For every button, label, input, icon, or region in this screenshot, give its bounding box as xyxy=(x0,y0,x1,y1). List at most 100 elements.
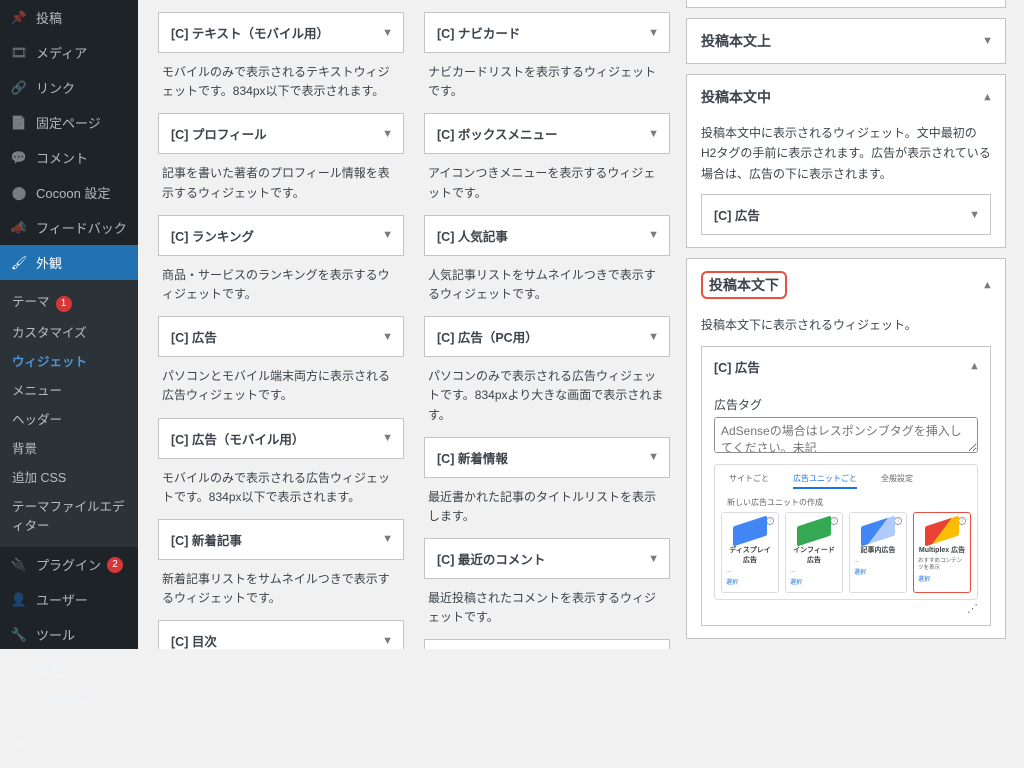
chevron-down-icon: ▼ xyxy=(648,553,659,565)
widget-title: [C] テキスト（モバイル用） xyxy=(171,27,329,41)
zone-toggle[interactable]: 投稿本文上 ▼ xyxy=(687,19,1005,63)
chevron-down-icon: ▼ xyxy=(648,229,659,241)
dot-icon: ⬤ xyxy=(10,185,28,201)
widget-title: [C] ボックスメニュー xyxy=(437,128,557,142)
zone-description: 投稿本文中に表示されるウィジェット。文中最初のH2タグの手前に表示されます。広告… xyxy=(701,123,991,184)
zone-toggle[interactable] xyxy=(687,0,1005,7)
sub-css[interactable]: 追加 CSS xyxy=(0,462,138,491)
available-widget[interactable]: [C] ナビカード ▼ xyxy=(424,12,670,53)
widget-title: [C] 新着情報 xyxy=(437,452,508,466)
available-widget[interactable]: [C] ランキング▼ xyxy=(158,215,404,256)
ad-card-title: ディスプレイ広告 xyxy=(726,545,774,565)
collapse-menu[interactable]: ◀ メニューを閉じる xyxy=(0,718,138,768)
nav-settings[interactable]: ⚙設定 xyxy=(0,652,138,687)
nav-label: 設定 xyxy=(36,660,62,679)
available-widget[interactable]: [C] 最近のコメント ▼ xyxy=(424,538,670,579)
zone-title: 投稿本文上 xyxy=(701,33,771,49)
chevron-down-icon: ▼ xyxy=(648,27,659,39)
nav-links[interactable]: 🔗リンク xyxy=(0,70,138,105)
nav-comments[interactable]: 💬コメント xyxy=(0,140,138,175)
adsense-card[interactable]: i ディスプレイ広告 … 選択 xyxy=(721,512,779,593)
nav-cocoon[interactable]: ⬤Cocoon 設定 xyxy=(0,175,138,210)
nav-appearance[interactable]: 🖌外観 xyxy=(0,245,138,280)
nav-feedback[interactable]: 📣フィードバック xyxy=(0,210,138,245)
ad-sub-heading: 新しい広告ユニットの作成 xyxy=(721,495,971,512)
ad-tab-general[interactable]: 全般設定 xyxy=(881,473,913,489)
widget-title: [C] 広告 xyxy=(714,361,760,375)
ad-card-select[interactable]: 選択 xyxy=(854,567,902,576)
nav-label: フィードバック xyxy=(36,218,127,237)
available-widget[interactable]: [C] 目次▼ xyxy=(158,620,404,649)
available-widget[interactable]: [C] プロフィール▼ xyxy=(158,113,404,154)
collapse-label: メニューを閉じる xyxy=(35,726,128,760)
widget-toggle[interactable]: [C] 広告 ▼ xyxy=(702,347,990,386)
zone-toggle[interactable]: 投稿本文下 ▼ xyxy=(687,259,1005,311)
sub-header[interactable]: ヘッダー xyxy=(0,404,138,433)
chevron-up-icon: ▼ xyxy=(969,360,980,372)
appearance-submenu: テーマ1 カスタマイズ ウィジェット メニュー ヘッダー 背景 追加 CSS テ… xyxy=(0,280,138,547)
adsense-card[interactable]: iインフィード広告…選択 xyxy=(785,512,843,593)
nav-label: ユーザー xyxy=(36,590,88,609)
ad-card-select[interactable]: 選択 xyxy=(790,577,838,586)
widget-toggle[interactable]: [C] 広告 ▼ xyxy=(702,195,990,234)
widget-item-ad-open: [C] 広告 ▼ 広告タグ サイトごと 広告ユニットごと 全般設定 新 xyxy=(701,346,991,626)
available-widgets: [C] テキスト（モバイル用）▼モバイルのみで表示されるテキストウィジェットです… xyxy=(138,0,686,649)
chevron-down-icon: ▼ xyxy=(382,128,393,140)
nav-plugins[interactable]: 🔌プラグイン2 xyxy=(0,547,138,582)
sub-themes[interactable]: テーマ1 xyxy=(0,286,138,317)
sub-customize[interactable]: カスタマイズ xyxy=(0,317,138,346)
widget-description: 最近投稿されたコメントを表示するウィジェットです。 xyxy=(424,579,670,627)
nav-media[interactable]: 🎞メディア xyxy=(0,35,138,70)
widget-title: [C] ナビカード xyxy=(437,27,520,41)
zone-toggle[interactable]: 投稿本文中 ▼ xyxy=(687,75,1005,119)
available-widget[interactable]: [C] 新着情報▼ xyxy=(424,437,670,478)
ad-card-select[interactable]: 選択 xyxy=(918,574,966,583)
widget-title: [C] 最近のコメント xyxy=(437,553,545,567)
sub-theme-editor[interactable]: テーマファイルエディター xyxy=(0,491,138,539)
available-widget[interactable]: [C] ボックスメニュー▼ xyxy=(424,113,670,154)
available-widget[interactable]: [C] 広告（PC用）▼ xyxy=(424,316,670,357)
sub-background[interactable]: 背景 xyxy=(0,433,138,462)
chevron-down-icon: ▼ xyxy=(969,209,980,221)
wrench-icon: 🔧 xyxy=(10,627,28,643)
widget-description: パソコンとモバイル端末両方に表示される広告ウィジェットです。 xyxy=(158,357,404,405)
info-icon: i xyxy=(766,517,774,525)
resize-handle-icon[interactable]: ⋰ xyxy=(714,602,978,615)
pin-icon: 📌 xyxy=(10,10,28,26)
ad-tab-unit[interactable]: 広告ユニットごと xyxy=(793,473,857,489)
available-widget[interactable]: [C] 関連記事▼ xyxy=(424,639,670,649)
nav-pages[interactable]: 📄固定ページ xyxy=(0,105,138,140)
available-widget[interactable]: [C] 広告▼ xyxy=(158,316,404,357)
adsense-preview: サイトごと 広告ユニットごと 全般設定 新しい広告ユニットの作成 i ディスプレイ… xyxy=(714,464,978,600)
adtag-textarea[interactable] xyxy=(714,417,978,453)
collapse-icon: ◀ xyxy=(10,736,27,750)
widget-description: ナビカードリストを表示するウィジェットです。 xyxy=(424,53,670,101)
available-widget[interactable]: [C] 新着記事▼ xyxy=(158,519,404,560)
nav-users[interactable]: 👤ユーザー xyxy=(0,582,138,617)
nav-tools[interactable]: 🔧ツール xyxy=(0,617,138,652)
nav-seopack[interactable]: ≡SEO PACK xyxy=(0,687,138,718)
available-widget[interactable]: [C] テキスト（モバイル用）▼ xyxy=(158,12,404,53)
ad-card-select[interactable]: 選択 xyxy=(726,577,774,586)
widget-description: パソコンのみで表示される広告ウィジェットです。834pxより大きな画面で表示され… xyxy=(424,357,670,425)
widget-description: アイコンつきメニューを表示するウィジェットです。 xyxy=(424,154,670,202)
adsense-card[interactable]: iMultiplex 広告おすすめコンテンツを表示選択 xyxy=(913,512,971,593)
media-icon: 🎞 xyxy=(10,45,28,61)
sub-menus[interactable]: メニュー xyxy=(0,375,138,404)
nav-posts[interactable]: 📌 投稿 xyxy=(0,0,138,35)
brush-icon: 🖌 xyxy=(10,255,28,271)
nav-label: 投稿 xyxy=(36,8,62,27)
ad-tab-site[interactable]: サイトごと xyxy=(729,473,769,489)
widget-title: [C] 広告（モバイル用） xyxy=(171,433,304,447)
available-widget[interactable]: [C] 広告（モバイル用）▼ xyxy=(158,418,404,459)
available-widget[interactable]: [C] 人気記事▼ xyxy=(424,215,670,256)
widget-description: 商品・サービスのランキングを表示するウィジェットです。 xyxy=(158,256,404,304)
sub-widgets[interactable]: ウィジェット xyxy=(0,346,138,375)
ad-card-note: … xyxy=(726,568,774,575)
update-badge: 2 xyxy=(107,557,123,573)
admin-sidebar: 📌 投稿 🎞メディア 🔗リンク 📄固定ページ 💬コメント ⬤Cocoon 設定 📣… xyxy=(0,0,138,649)
adsense-card[interactable]: i記事内広告…選択 xyxy=(849,512,907,593)
zone-post-top xyxy=(686,0,1006,8)
nav-label: コメント xyxy=(36,148,88,167)
chevron-down-icon: ▼ xyxy=(382,229,393,241)
